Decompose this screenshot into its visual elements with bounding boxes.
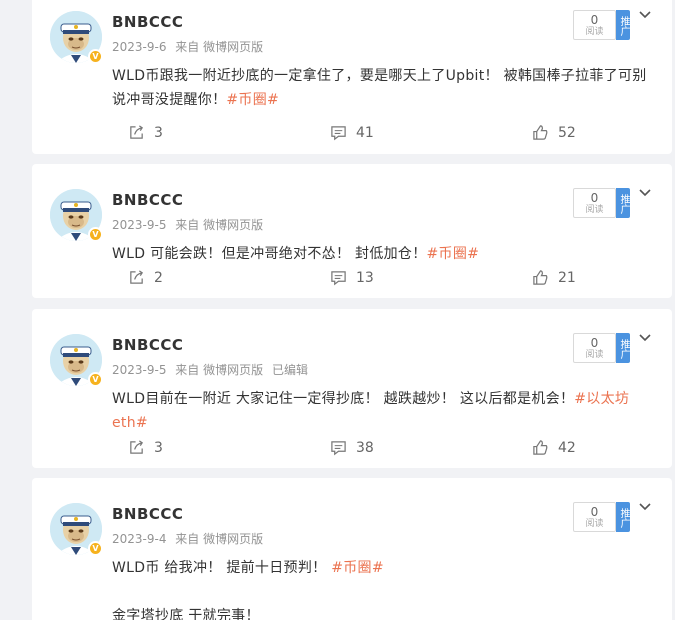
read-count: 0 bbox=[590, 13, 599, 27]
post-meta: 2023-9-6 来自 微博网页版 bbox=[112, 38, 268, 55]
share-button[interactable]: 2 bbox=[128, 269, 163, 286]
share-count: 2 bbox=[154, 269, 163, 286]
comment-button[interactable]: 13 bbox=[330, 269, 374, 286]
share-icon bbox=[130, 440, 144, 454]
post-date[interactable]: 2023-9-4 bbox=[112, 532, 166, 546]
share-button[interactable]: 3 bbox=[128, 124, 163, 141]
read-count-box: 0 阅读 bbox=[573, 333, 616, 363]
post-date[interactable]: 2023-9-6 bbox=[112, 40, 166, 54]
like-icon bbox=[533, 270, 548, 285]
like-count: 42 bbox=[558, 439, 576, 456]
chevron-down-icon[interactable] bbox=[638, 500, 652, 514]
post-date[interactable]: 2023-9-5 bbox=[112, 218, 166, 232]
edited-label[interactable]: 已编辑 bbox=[272, 363, 308, 377]
share-button[interactable]: 3 bbox=[128, 439, 163, 456]
comment-button[interactable]: 38 bbox=[330, 439, 374, 456]
avatar[interactable]: V bbox=[50, 11, 103, 64]
avatar[interactable]: V bbox=[50, 503, 103, 556]
post-source: 来自 微博网页版 bbox=[175, 532, 264, 546]
comment-count: 13 bbox=[356, 269, 374, 286]
verified-icon: V bbox=[88, 227, 103, 242]
promote-button[interactable]: 推广 bbox=[616, 333, 630, 363]
read-count-box: 0 阅读 bbox=[573, 188, 616, 218]
comment-count: 41 bbox=[356, 124, 374, 141]
post-source: 来自 微博网页版 bbox=[175, 40, 264, 54]
post-text-line2: 金字塔抄底 干就完事！ bbox=[112, 608, 260, 620]
post-text-body: WLD币 给我冲！ 提前十日预判！ bbox=[112, 560, 332, 576]
username[interactable]: BNBCCC bbox=[112, 13, 183, 31]
share-count: 3 bbox=[154, 124, 163, 141]
like-button[interactable]: 52 bbox=[532, 124, 576, 141]
share-icon bbox=[130, 270, 144, 284]
like-icon bbox=[533, 440, 548, 455]
username[interactable]: BNBCCC bbox=[112, 191, 183, 209]
post-source: 来自 微博网页版 bbox=[175, 218, 264, 232]
chevron-down-icon[interactable] bbox=[638, 331, 652, 345]
comment-icon bbox=[331, 271, 346, 286]
read-count-box: 0 阅读 bbox=[573, 10, 616, 40]
read-count: 0 bbox=[590, 505, 599, 519]
promote-button[interactable]: 推广 bbox=[616, 188, 630, 218]
read-label: 阅读 bbox=[585, 205, 604, 215]
like-icon bbox=[533, 125, 548, 140]
read-label: 阅读 bbox=[585, 519, 604, 529]
read-count: 0 bbox=[590, 336, 599, 350]
comment-count: 38 bbox=[356, 439, 374, 456]
post-text: WLD币 给我冲！ 提前十日预判！ #币圈# 金字塔抄底 干就完事！ bbox=[112, 556, 657, 620]
share-icon bbox=[130, 125, 144, 139]
like-button[interactable]: 21 bbox=[532, 269, 576, 286]
comment-icon bbox=[331, 441, 346, 456]
read-count-box: 0 阅读 bbox=[573, 502, 616, 532]
promote-button[interactable]: 推广 bbox=[616, 502, 630, 532]
post-text: WLD目前在一附近 大家记住一定得抄底！ 越跌越炒！ 这以后都是机会！#以太坊e… bbox=[112, 387, 657, 435]
post-card: V BNBCCC 2023-9-6 来自 微博网页版 WLD币跟我一附近抄底的一… bbox=[32, 0, 672, 154]
post-date[interactable]: 2023-9-5 bbox=[112, 363, 166, 377]
topic-tag[interactable]: #币圈# bbox=[226, 92, 279, 108]
topic-tag[interactable]: #币圈# bbox=[427, 246, 480, 262]
chevron-down-icon[interactable] bbox=[638, 186, 652, 200]
post-actions: 3 38 42 bbox=[32, 439, 672, 459]
username[interactable]: BNBCCC bbox=[112, 505, 183, 523]
post-meta: 2023-9-5 来自 微博网页版 bbox=[112, 216, 268, 233]
avatar[interactable]: V bbox=[50, 189, 103, 242]
promote-button[interactable]: 推广 bbox=[616, 10, 630, 40]
post-meta: 2023-9-5 来自 微博网页版 已编辑 bbox=[112, 361, 313, 378]
share-count: 3 bbox=[154, 439, 163, 456]
comment-icon bbox=[331, 126, 346, 141]
post-text: WLD 可能会跌！但是冲哥绝对不怂！ 封低加仓！#币圈# bbox=[112, 242, 657, 266]
post-source: 来自 微博网页版 bbox=[175, 363, 264, 377]
comment-button[interactable]: 41 bbox=[330, 124, 374, 141]
username[interactable]: BNBCCC bbox=[112, 336, 183, 354]
post-text-body: WLD目前在一附近 大家记住一定得抄底！ 越跌越炒！ 这以后都是机会！ bbox=[112, 391, 575, 407]
post-text: WLD币跟我一附近抄底的一定拿住了，要是哪天上了Upbit！ 被韩国棒子拉菲了可… bbox=[112, 64, 657, 112]
post-card: V BNBCCC 2023-9-5 来自 微博网页版 WLD 可能会跌！但是冲哥… bbox=[32, 164, 672, 298]
post-actions: 3 41 52 bbox=[32, 124, 672, 144]
topic-tag[interactable]: #币圈# bbox=[331, 560, 384, 576]
post-text-body: WLD币跟我一附近抄底的一定拿住了，要是哪天上了Upbit！ 被韩国棒子拉菲了可… bbox=[112, 68, 647, 108]
avatar[interactable]: V bbox=[50, 334, 103, 387]
post-card: V BNBCCC 2023-9-4 来自 微博网页版 WLD币 给我冲！ 提前十… bbox=[32, 478, 672, 620]
post-actions: 2 13 21 bbox=[32, 269, 672, 289]
read-label: 阅读 bbox=[585, 27, 604, 37]
like-button[interactable]: 42 bbox=[532, 439, 576, 456]
post-meta: 2023-9-4 来自 微博网页版 bbox=[112, 530, 268, 547]
post-card: V BNBCCC 2023-9-5 来自 微博网页版 已编辑 WLD目前在一附近… bbox=[32, 309, 672, 468]
read-count: 0 bbox=[590, 191, 599, 205]
chevron-down-icon[interactable] bbox=[638, 8, 652, 22]
verified-icon: V bbox=[88, 49, 103, 64]
like-count: 52 bbox=[558, 124, 576, 141]
read-label: 阅读 bbox=[585, 350, 604, 360]
post-text-body: WLD 可能会跌！但是冲哥绝对不怂！ 封低加仓！ bbox=[112, 246, 427, 262]
verified-icon: V bbox=[88, 541, 103, 556]
like-count: 21 bbox=[558, 269, 576, 286]
verified-icon: V bbox=[88, 372, 103, 387]
